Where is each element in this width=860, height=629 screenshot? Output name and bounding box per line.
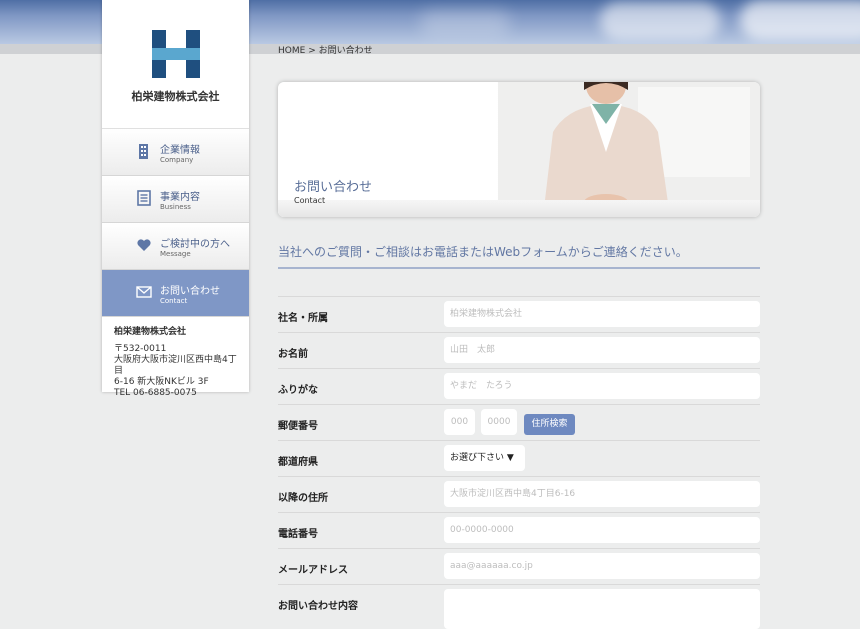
address-input[interactable]: 大阪市淀川区西中島4丁目6-16 <box>444 481 760 507</box>
sidebar-item-sublabel: Business <box>160 203 191 211</box>
prefecture-select[interactable]: お選び下さい ▼ <box>444 445 525 471</box>
form-row-furigana: ふりがな やまだ たろう <box>278 368 760 404</box>
phone-input[interactable]: 00-0000-0000 <box>444 517 760 543</box>
hero-title: お問い合わせ <box>294 180 373 195</box>
breadcrumb: HOME > お問い合わせ <box>278 43 373 56</box>
sidebar-item-label: ご検討中の方へ <box>160 239 230 250</box>
breadcrumb-home[interactable]: HOME <box>278 46 305 56</box>
postal-input-first[interactable]: 000 <box>444 409 475 435</box>
sidebar: 柏栄建物株式会社 企業情報 Company 事業内容 Business ご検討中… <box>102 0 249 398</box>
email-input[interactable]: aaa@aaaaaa.co.jp <box>444 553 760 579</box>
sidebar-item-label: お問い合わせ <box>160 286 220 297</box>
receptionist-photo <box>498 82 760 217</box>
form-row-phone: 電話番号 00-0000-0000 <box>278 512 760 548</box>
hero-banner: お問い合わせ Contact <box>278 82 760 217</box>
sidebar-item-sublabel: Message <box>160 250 191 258</box>
address-label: 以降の住所 <box>278 493 328 504</box>
sidebar-item-contact[interactable]: お問い合わせ Contact <box>102 270 249 317</box>
postal-input-second[interactable]: 0000 <box>481 409 517 435</box>
hero-subtitle: Contact <box>294 196 326 205</box>
form-row-postal: 郵便番号 000 0000 住所検索 <box>278 404 760 440</box>
address-postal: 〒532-0011 <box>114 344 167 354</box>
lead-text: 当社へのご質問・ご相談はお電話またはWebフォームからご連絡ください。 <box>278 245 688 259</box>
h-letter-logo-icon <box>152 30 200 78</box>
hero-desk <box>278 200 760 217</box>
building-icon <box>139 144 148 159</box>
document-icon <box>137 190 151 206</box>
divider <box>278 267 760 269</box>
sidebar-item-business[interactable]: 事業内容 Business <box>102 176 249 223</box>
breadcrumb-current: お問い合わせ <box>318 46 373 56</box>
address-line2: 6-16 新大阪NKビル 3F <box>114 377 209 387</box>
sidebar-item-label: 企業情報 <box>160 145 200 156</box>
mail-icon <box>136 286 152 298</box>
address-company-name: 柏栄建物株式会社 <box>114 327 187 337</box>
sidebar-item-sublabel: Contact <box>160 297 188 305</box>
form-row-inquiry: お問い合わせ内容 <box>278 584 760 629</box>
name-input[interactable]: 山田 太郎 <box>444 337 760 363</box>
company-name: 柏栄建物株式会社 <box>131 90 220 103</box>
postal-label: 郵便番号 <box>278 421 318 432</box>
name-label: お名前 <box>278 349 308 360</box>
form-row-address: 以降の住所 大阪市淀川区西中島4丁目6-16 <box>278 476 760 512</box>
sidebar-item-sublabel: Company <box>160 156 194 164</box>
furigana-input[interactable]: やまだ たろう <box>444 373 760 399</box>
prefecture-label: 都道府県 <box>278 457 318 468</box>
inquiry-label: お問い合わせ内容 <box>278 601 358 612</box>
company-address: 柏栄建物株式会社 〒532-0011 大阪府大阪市淀川区西中島4丁目 6-16 … <box>102 317 249 409</box>
sidebar-item-message[interactable]: ご検討中の方へ Message <box>102 223 249 270</box>
furigana-label: ふりがな <box>278 385 318 396</box>
inquiry-textarea[interactable] <box>444 589 760 629</box>
form-row-prefecture: 都道府県 お選び下さい ▼ <box>278 440 760 476</box>
form-row-email: メールアドレス aaa@aaaaaa.co.jp <box>278 548 760 584</box>
address-tel: TEL 06-6885-0075 <box>114 388 197 398</box>
logo-area[interactable]: 柏栄建物株式会社 <box>102 0 249 129</box>
form-row-company: 社名・所属 柏栄建物株式会社 <box>278 296 760 332</box>
address-line1: 大阪府大阪市淀川区西中島4丁目 <box>114 355 237 376</box>
sidebar-item-label: 事業内容 <box>160 192 200 203</box>
company-input[interactable]: 柏栄建物株式会社 <box>444 301 760 327</box>
sidebar-item-company[interactable]: 企業情報 Company <box>102 129 249 176</box>
heart-icon <box>137 239 151 251</box>
company-label: 社名・所属 <box>278 313 328 324</box>
contact-form: 社名・所属 柏栄建物株式会社 お名前 山田 太郎 ふりがな やまだ たろう 郵便… <box>278 296 760 629</box>
address-search-button[interactable]: 住所検索 <box>524 414 575 435</box>
phone-label: 電話番号 <box>278 529 318 540</box>
form-row-name: お名前 山田 太郎 <box>278 332 760 368</box>
email-label: メールアドレス <box>278 565 348 576</box>
breadcrumb-separator: > <box>308 46 316 56</box>
